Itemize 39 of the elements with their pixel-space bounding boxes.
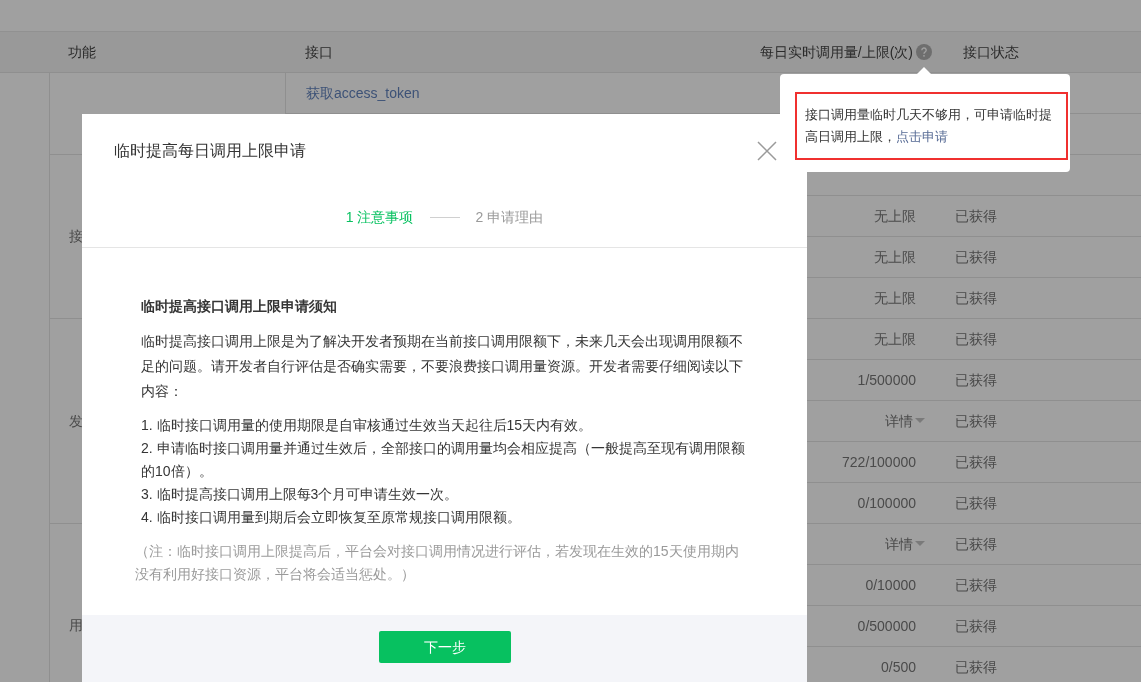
help-icon[interactable] (916, 44, 932, 60)
status-cell: 已获得 (955, 289, 997, 306)
status-cell: 已获得 (955, 371, 997, 388)
quota-cell-text: 0/500 (880, 657, 916, 677)
quota-cell-text: 无上限 (874, 329, 916, 349)
quota-cell-text: 722/100000 (842, 452, 916, 472)
status-cell: 已获得 (955, 658, 997, 675)
quota-cell-text: 0/100000 (857, 493, 916, 513)
quota-cell-text: 无上限 (874, 247, 916, 267)
note-paragraph: （注：临时接口调用上限提高后，平台会对接口调用情况进行评估，若发现在生效的15天使用期内没有利用好接口资源，平台将会适当惩处。） (135, 542, 740, 584)
api-link[interactable]: 获取access_token (306, 84, 420, 101)
column-header: 接口状态 (963, 43, 1019, 60)
column-header: 接口 (305, 43, 333, 60)
popover-text: 接口调用量临时几天不够用，可申请临时提高日调用上限，点击申请 (805, 106, 1053, 146)
status-cell: 已获得 (955, 412, 997, 429)
column-header: 功能 (68, 43, 96, 60)
caret-icon (915, 541, 925, 547)
quota-cell-text: 无上限 (874, 206, 916, 226)
details-dropdown[interactable]: 详情 (885, 533, 925, 555)
step-label: 1 注意事项 (345, 208, 414, 227)
step-label: 2 申请理由 (475, 208, 544, 227)
status-cell: 已获得 (955, 330, 997, 347)
status-cell: 已获得 (955, 535, 997, 552)
quota-cell-text: 0/10000 (865, 575, 916, 595)
status-cell: 已获得 (955, 617, 997, 634)
next-button[interactable]: 下一步 (378, 631, 511, 663)
details-dropdown[interactable]: 详情 (885, 410, 925, 432)
apply-link[interactable]: 点击申请 (896, 129, 948, 144)
status-cell: 已获得 (955, 207, 997, 224)
close-icon[interactable] (757, 141, 777, 161)
status-cell: 已获得 (955, 453, 997, 470)
status-cell: 已获得 (955, 494, 997, 511)
status-cell: 已获得 (955, 248, 997, 265)
quota-cell-text: 1/500000 (857, 370, 916, 390)
status-cell: 已获得 (955, 576, 997, 593)
caret-icon (915, 418, 925, 424)
quota-cell-text: 无上限 (874, 288, 916, 308)
quota-cell-text: 0/500000 (857, 616, 916, 636)
column-header: 每日实时调用量/上限(次) (759, 42, 913, 62)
